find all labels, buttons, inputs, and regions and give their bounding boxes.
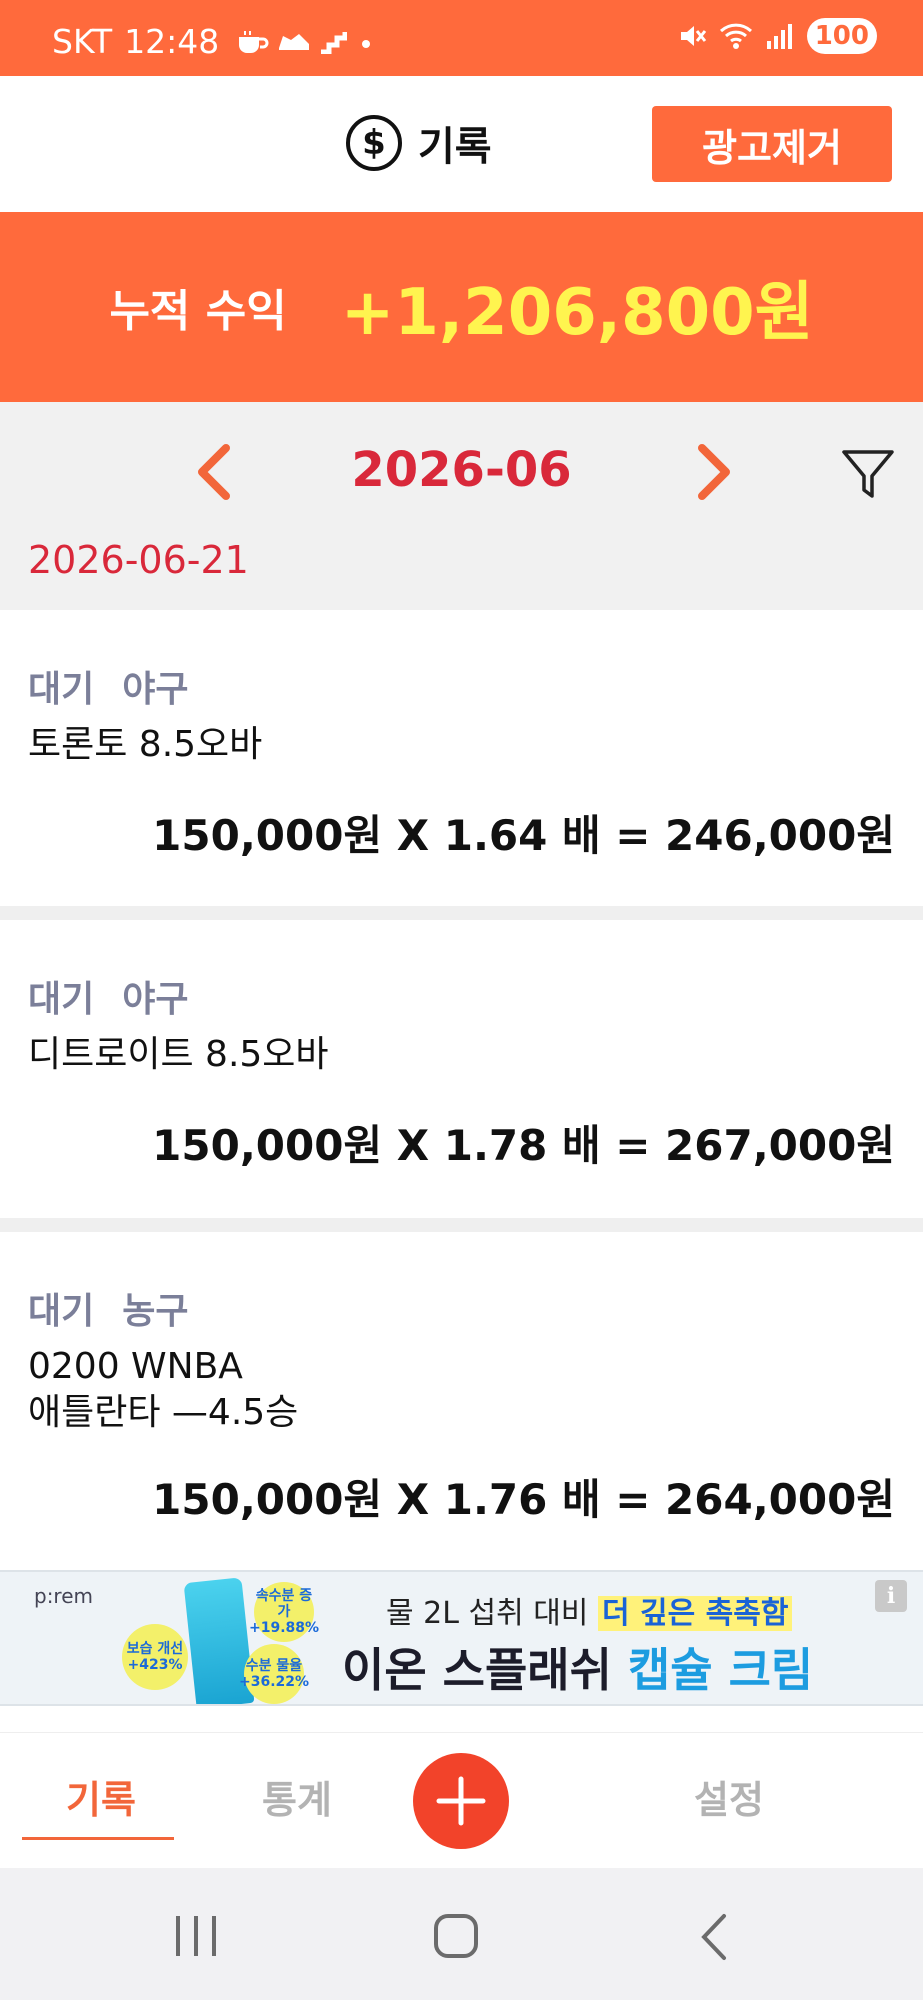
status-right: 100 xyxy=(677,18,877,54)
list-item[interactable]: 대기 야구 디트로이트 8.5오바 150,000원 X 1.78 배 = 26… xyxy=(0,920,923,1218)
page-title: $ 기록 xyxy=(346,114,492,172)
app-header: $ 기록 광고제거 xyxy=(0,76,923,212)
cumulative-profit-label: 누적 수익 xyxy=(109,286,287,337)
active-tab-indicator xyxy=(22,1837,174,1840)
mute-icon xyxy=(680,26,706,46)
plus-icon xyxy=(436,1776,486,1826)
record-title-line: 애틀란타 —4.5승 xyxy=(28,1392,299,1433)
ad-stat-bubble: 수분 물율 +36.22% xyxy=(239,1644,309,1704)
cumulative-profit-banner: 누적 수익 +1,206,800원 xyxy=(0,212,923,402)
record-sport: 농구 xyxy=(122,1291,189,1332)
wifi-icon xyxy=(719,23,752,49)
ad-headline-text: 물 2L 섭취 대비 xyxy=(386,1596,589,1631)
record-status: 대기 xyxy=(28,1291,95,1332)
record-sport: 야구 xyxy=(122,979,189,1020)
page-title-text: 기록 xyxy=(418,124,492,170)
cumulative-profit-value: +1,206,800원 xyxy=(340,276,814,350)
next-month-chevron-icon[interactable] xyxy=(688,444,738,500)
back-icon[interactable] xyxy=(696,1912,732,1962)
status-bar: SKT 12:48 100 xyxy=(0,0,923,76)
record-title: 토론토 8.5오바 xyxy=(28,722,262,768)
ad-headline-highlight: 더 깊은 촉촉함 xyxy=(597,1596,793,1631)
coffee-icon xyxy=(239,30,269,53)
dot-icon xyxy=(362,39,371,48)
divider xyxy=(0,1218,923,1232)
ad-product-text: 이온 스플래쉬 xyxy=(342,1643,612,1697)
record-sport: 야구 xyxy=(122,669,189,710)
record-tags: 대기 농구 xyxy=(28,1282,189,1334)
date-group-label: 2026-06-21 xyxy=(28,538,249,582)
ad-stat-bubble: 속수분 증가 +19.88% xyxy=(249,1582,319,1642)
ad-stat-bubble: 보습 개선 +423% xyxy=(122,1624,188,1690)
record-amount: 150,000원 X 1.76 배 = 264,000원 xyxy=(152,1475,895,1524)
system-navigation-bar xyxy=(0,1868,923,2000)
record-amount: 150,000원 X 1.64 배 = 246,000원 xyxy=(152,811,895,860)
ad-product-highlight: 캡슐 크림 xyxy=(627,1643,814,1697)
ad-stat-value: +423% xyxy=(127,1657,183,1673)
date-group-header: 2026-06-21 xyxy=(0,538,923,610)
record-title: 0200 WNBA 애틀란타 —4.5승 xyxy=(28,1344,298,1436)
clock: 12:48 xyxy=(124,22,220,61)
record-title: 디트로이트 8.5오바 xyxy=(28,1032,329,1078)
list-item[interactable]: 대기 농구 0200 WNBA 애틀란타 —4.5승 150,000원 X 1.… xyxy=(0,1232,923,1570)
home-icon[interactable] xyxy=(432,1912,480,1960)
ad-stat-label: 속수분 증가 xyxy=(255,1588,313,1620)
stairs-icon xyxy=(321,31,348,54)
dollar-icon: $ xyxy=(346,115,402,171)
record-title-line: 토론토 8.5오바 xyxy=(28,724,263,765)
tab-settings[interactable]: 설정 xyxy=(694,1769,764,1824)
ad-brand-logo: p:rem xyxy=(34,1584,94,1608)
battery-indicator: 100 xyxy=(806,18,877,54)
notification-icons xyxy=(237,29,377,55)
record-amount: 150,000원 X 1.78 배 = 267,000원 xyxy=(152,1121,895,1170)
ad-stat-value: +19.88% xyxy=(248,1620,320,1636)
tab-stats[interactable]: 통계 xyxy=(262,1769,332,1824)
ad-info-icon[interactable]: i xyxy=(875,1580,907,1612)
month-navigation: 2026-06 xyxy=(0,402,923,538)
bottom-navigation: 기록 통계 설정 xyxy=(0,1732,923,1868)
status-left: SKT 12:48 xyxy=(52,22,377,61)
ad-stat-label: 보습 개선 xyxy=(126,1641,184,1657)
divider xyxy=(0,906,923,920)
signal-icon xyxy=(766,24,792,49)
recent-apps-icon[interactable] xyxy=(172,1914,220,1958)
ad-stat-label: 수분 물율 xyxy=(245,1658,303,1674)
tab-records[interactable]: 기록 xyxy=(66,1769,136,1824)
carrier-label: SKT xyxy=(52,22,113,61)
record-title-line: 0200 WNBA xyxy=(28,1346,243,1387)
record-title-line: 디트로이트 8.5오바 xyxy=(28,1034,329,1075)
remove-ads-button[interactable]: 광고제거 xyxy=(652,106,892,182)
ad-product-name: 이온 스플래쉬 캡슐 크림 xyxy=(342,1634,813,1700)
record-status: 대기 xyxy=(28,669,95,710)
ad-banner[interactable]: p:rem 보습 개선 +423% 속수분 증가 +19.88% 수분 물율 +… xyxy=(0,1570,923,1706)
ad-stat-value: +36.22% xyxy=(238,1674,310,1690)
filter-icon[interactable] xyxy=(840,446,896,502)
record-status: 대기 xyxy=(28,979,95,1020)
shoe-icon xyxy=(279,33,310,50)
ad-headline: 물 2L 섭취 대비 더 깊은 촉촉함 xyxy=(386,1588,793,1632)
record-tags: 대기 야구 xyxy=(28,970,189,1022)
add-record-button[interactable] xyxy=(413,1753,509,1849)
record-tags: 대기 야구 xyxy=(28,660,189,712)
list-item[interactable]: 대기 야구 토론토 8.5오바 150,000원 X 1.64 배 = 246,… xyxy=(0,610,923,906)
current-month: 2026-06 xyxy=(351,442,572,498)
